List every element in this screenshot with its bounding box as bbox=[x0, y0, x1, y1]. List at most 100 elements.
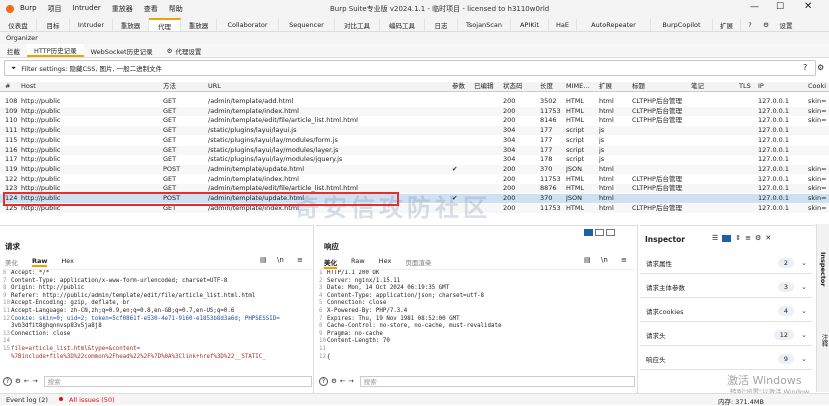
chevron-down-icon[interactable]: ⌄ bbox=[801, 259, 807, 267]
table-row[interactable]: 119 http://public POST/admin/template/upda… bbox=[0, 164, 829, 174]
table-cell: 178 bbox=[540, 155, 553, 164]
menu-view[interactable]: 查看 bbox=[144, 4, 158, 14]
tab-decoder[interactable]: 编码工具 bbox=[380, 18, 425, 31]
gear-icon[interactable]: ⚙ bbox=[331, 377, 337, 385]
request-search-input[interactable]: 搜索 bbox=[43, 375, 312, 387]
menu-project[interactable]: 项目 bbox=[48, 4, 62, 14]
tab-sequencer[interactable]: Sequencer bbox=[279, 18, 335, 31]
tab-burpcopilot[interactable]: BurpCopilot bbox=[651, 18, 713, 31]
minimize-button[interactable]: — bbox=[750, 2, 759, 12]
tab-hae[interactable]: HaE bbox=[549, 18, 577, 31]
table-row[interactable]: 108 http://public GET/admin/template/add.h… bbox=[0, 97, 829, 106]
table-cell: 11753 bbox=[540, 106, 561, 115]
inspector-sidebar-tab[interactable]: Inspector bbox=[819, 252, 827, 287]
tab-websocket-history[interactable]: WebSocket历史记录 bbox=[84, 44, 160, 57]
response-search-input[interactable]: 搜索 bbox=[359, 375, 635, 387]
collapse-all-icon[interactable]: ≡ bbox=[745, 234, 751, 242]
table-cell: JSON bbox=[566, 194, 583, 202]
maximize-button[interactable]: ☐ bbox=[776, 2, 784, 12]
filter-settings-icon[interactable]: ⚙ bbox=[817, 63, 824, 72]
back-icon[interactable]: ← bbox=[340, 377, 345, 385]
table-cell: /admin/template/update.html bbox=[208, 164, 305, 173]
table-row[interactable]: 115 http://public GET/static/plugins/layui… bbox=[0, 136, 829, 145]
inspector-section[interactable]: 响应头 9 ⌄ bbox=[640, 348, 812, 370]
list-view-icon[interactable]: ☰ bbox=[712, 234, 718, 242]
gear-icon[interactable]: ⚙ bbox=[755, 234, 761, 242]
tab-hex[interactable]: Hex bbox=[61, 257, 74, 267]
table-row[interactable]: 109 http://public GET/admin/template/index… bbox=[0, 106, 829, 116]
tab-comparer[interactable]: 对比工具 bbox=[335, 18, 380, 31]
close-icon[interactable]: ✕ bbox=[765, 234, 771, 242]
chevron-down-icon[interactable]: ⌄ bbox=[801, 355, 807, 363]
tab-render[interactable]: 页面渲染 bbox=[405, 257, 431, 269]
gear-icon[interactable]: ⚙ bbox=[15, 377, 21, 385]
tab-apikit[interactable]: APIKit bbox=[511, 18, 549, 31]
table-row[interactable]: 116 http://public GET/static/plugins/layui… bbox=[0, 145, 829, 155]
menu-intruder[interactable]: Intruder bbox=[73, 4, 101, 14]
help-icon[interactable]: ? bbox=[3, 376, 12, 386]
panel-view-icon[interactable] bbox=[722, 234, 732, 242]
table-row[interactable]: 111 http://public GET/static/plugins/layui… bbox=[0, 126, 829, 136]
menu-icon[interactable]: ≡ bbox=[621, 256, 627, 264]
newline-toggle[interactable]: \n bbox=[601, 256, 608, 264]
list-icon[interactable]: ▤ bbox=[584, 256, 591, 264]
tab-pretty[interactable]: 美化 bbox=[5, 257, 18, 267]
tab-organizer[interactable]: Organizer bbox=[6, 34, 38, 42]
tab-dashboard[interactable]: 仪表盘 bbox=[0, 18, 37, 31]
tab-raw[interactable]: Raw bbox=[32, 257, 48, 267]
request-editor[interactable]: 6 Accept: */* 7 Content-Type: application/x… bbox=[3, 269, 312, 372]
tab-hex[interactable]: Hex bbox=[379, 257, 392, 269]
menu-repeater[interactable]: 重放器 bbox=[112, 4, 133, 14]
proxy-settings-button[interactable]: ⚙ 代理设置 bbox=[160, 44, 209, 57]
inspector-section[interactable]: 请求主体参数 3 ⌄ bbox=[640, 276, 812, 298]
table-row[interactable]: 122 http://public GET/admin/template/index… bbox=[0, 175, 829, 184]
inspector-section[interactable]: 请求属性 2 ⌄ bbox=[640, 252, 812, 274]
tab-intruder[interactable]: Intruder bbox=[70, 18, 113, 31]
chevron-down-icon[interactable]: ⌄ bbox=[801, 331, 807, 339]
close-button[interactable]: ✕ bbox=[804, 1, 812, 12]
tab-logger[interactable]: 日志 bbox=[425, 18, 458, 31]
response-editor[interactable]: 1 HTTP/1.1 200 OK 2 Server: nginx/1.15.11 3 D… bbox=[319, 269, 635, 372]
back-icon[interactable]: ← bbox=[24, 377, 29, 385]
tab-proxy[interactable]: 代理 bbox=[149, 18, 181, 31]
right-sidebar: Inspector 注释 bbox=[816, 224, 829, 392]
filter-bar[interactable]: ⏷ Filter settings: 隐藏CSS, 图片, 一般二进制文件 bbox=[4, 60, 816, 76]
table-header[interactable]: # Host 方法 URL 参数 已编辑 状态码 长度 MIME... 扩展 标题 笔记 TLS IP Co… bbox=[0, 82, 829, 92]
tab-extensions[interactable]: 扩展 bbox=[713, 18, 741, 31]
all-issues-link[interactable]: All issues (50) bbox=[69, 396, 115, 404]
help-icon[interactable]: ? bbox=[319, 376, 328, 386]
table-row[interactable]: 117 http://public GET/static/plugins/layui… bbox=[0, 155, 829, 164]
tab-raw[interactable]: Raw bbox=[351, 257, 365, 269]
inspector-section[interactable]: 请求头 12 ⌄ bbox=[640, 324, 812, 346]
settings-button[interactable]: 设置 bbox=[773, 18, 799, 31]
help-icon[interactable]: ? bbox=[741, 18, 759, 31]
chevron-down-icon[interactable]: ⌄ bbox=[801, 307, 807, 315]
filter-text: Filter settings: 隐藏CSS, 图片, 一般二进制文件 bbox=[21, 65, 163, 73]
table-cell: script bbox=[566, 145, 585, 154]
gear-icon[interactable]: ⚙ bbox=[759, 18, 773, 31]
menu-help[interactable]: 帮助 bbox=[169, 4, 183, 14]
tab-repeater[interactable]: 重放器 bbox=[113, 18, 149, 31]
event-log-link[interactable]: Event log (2) bbox=[6, 396, 48, 404]
help-icon[interactable]: ? bbox=[803, 63, 807, 72]
newline-toggle[interactable]: \n bbox=[277, 256, 284, 264]
inspector-section[interactable]: 请求cookies 4 ⌄ bbox=[640, 300, 812, 322]
tab-collaborator[interactable]: Collaborator bbox=[217, 18, 279, 31]
forward-icon[interactable]: → bbox=[32, 377, 37, 385]
tab-target[interactable]: 目标 bbox=[37, 18, 70, 31]
tab-tsojanscan[interactable]: TsojanScan bbox=[458, 18, 511, 31]
tab-intercept[interactable]: 拦截 bbox=[0, 44, 27, 57]
expand-all-icon[interactable]: ⇕ bbox=[735, 234, 741, 242]
notes-sidebar-tab[interactable]: 注释 bbox=[819, 334, 829, 347]
list-icon[interactable]: ▤ bbox=[260, 256, 267, 264]
menu-icon[interactable]: ≡ bbox=[297, 256, 303, 264]
tab-autorepeater[interactable]: AutoRepeater bbox=[577, 18, 651, 31]
menu-burp[interactable]: Burp bbox=[20, 4, 37, 14]
layout-toggle[interactable] bbox=[584, 229, 615, 236]
tab-http-history[interactable]: HTTP历史记录 bbox=[27, 44, 84, 57]
tab-repeater-2[interactable]: 重放器 bbox=[181, 18, 217, 31]
tab-pretty[interactable]: 美化 bbox=[324, 257, 337, 269]
forward-icon[interactable]: → bbox=[348, 377, 353, 385]
chevron-down-icon[interactable]: ⌄ bbox=[801, 283, 807, 291]
table-row[interactable]: 110 http://public GET/admin/template/edit/… bbox=[0, 116, 829, 125]
